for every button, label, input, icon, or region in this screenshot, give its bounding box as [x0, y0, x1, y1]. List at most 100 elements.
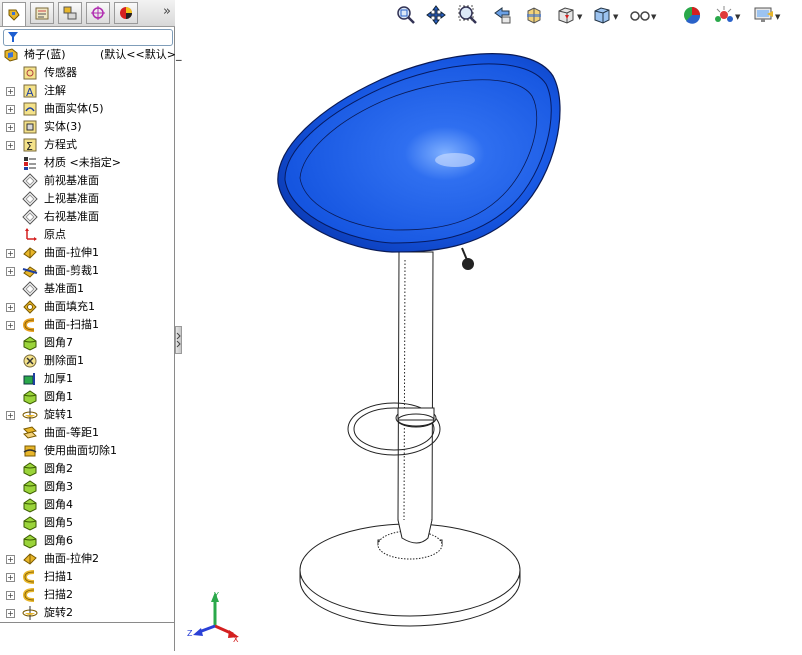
cut-with-surface-icon: [22, 443, 38, 459]
tree-item[interactable]: + 旋转2: [0, 604, 175, 622]
material-icon: [22, 155, 38, 171]
fillet-icon: [22, 389, 38, 405]
tree-item[interactable]: 右视基准面: [0, 208, 175, 226]
tree-item-label: 圆角2: [44, 462, 73, 475]
tree-item[interactable]: 删除面1: [0, 352, 175, 370]
tree-item[interactable]: + 扫描1: [0, 568, 175, 586]
tree-item-label: 圆角3: [44, 480, 73, 493]
tree-item[interactable]: + 实体(3): [0, 118, 175, 136]
expand-icon[interactable]: +: [6, 141, 15, 150]
tree-item-label: 实体(3): [44, 120, 82, 133]
panel-more-button[interactable]: »: [163, 4, 171, 19]
tree-item-label: 圆角1: [44, 390, 73, 403]
stool-column: [397, 251, 434, 544]
plane-icon: [22, 191, 38, 207]
expand-icon[interactable]: +: [6, 591, 15, 600]
tree-item-label: 方程式: [44, 138, 77, 151]
expand-icon[interactable]: +: [6, 105, 15, 114]
tree-item-label: 圆角4: [44, 498, 73, 511]
dimxpert-tab-icon[interactable]: [86, 2, 110, 24]
panel-tab-bar: »: [0, 0, 175, 27]
solid-bodies-icon: [22, 119, 38, 135]
expand-icon[interactable]: +: [6, 123, 15, 132]
expand-icon[interactable]: +: [6, 267, 15, 276]
surface-fill-icon: [22, 299, 38, 315]
tree-item[interactable]: + 曲面-拉伸1: [0, 244, 175, 262]
expand-icon[interactable]: +: [6, 555, 15, 564]
feature-manager-tab-icon[interactable]: [2, 2, 26, 26]
tree-item[interactable]: 上视基准面: [0, 190, 175, 208]
expand-icon[interactable]: +: [6, 609, 15, 618]
part-icon: [3, 47, 19, 63]
triad-x-label: X: [233, 635, 239, 643]
plane-icon: [22, 281, 38, 297]
tree-item-label: 原点: [44, 228, 66, 241]
tree-item[interactable]: 圆角6: [0, 532, 175, 550]
tree-item-label: 曲面-扫描1: [44, 318, 99, 331]
tree-item-label: 注解: [44, 84, 66, 97]
sweep-icon: [22, 569, 38, 585]
surface-sweep-icon: [22, 317, 38, 333]
tree-item-label: 旋转2: [44, 606, 73, 619]
annotation-icon: A: [22, 83, 38, 99]
triad-y-label: Y: [213, 591, 219, 600]
tree-item[interactable]: 圆角1: [0, 388, 175, 406]
feature-manager-panel: » 椅子(蓝) (默认<<默认>_ 传感器 + A 注解 + 曲面实体(5) + 实体(3) +…: [0, 0, 181, 651]
tree-item-label: 曲面-拉伸2: [44, 552, 99, 565]
tree-item[interactable]: 曲面-等距1: [0, 424, 175, 442]
tree-item[interactable]: 原点: [0, 226, 175, 244]
tree-item[interactable]: 圆角7: [0, 334, 175, 352]
tree-item[interactable]: 传感器: [0, 64, 175, 82]
tree-item[interactable]: + 旋转1: [0, 406, 175, 424]
tree-item[interactable]: 前视基准面: [0, 172, 175, 190]
tree-item-label: 曲面-等距1: [44, 426, 99, 439]
tree-item[interactable]: 加厚1: [0, 370, 175, 388]
surface-extrude-icon: [22, 245, 38, 261]
fillet-icon: [22, 533, 38, 549]
expand-icon[interactable]: +: [6, 303, 15, 312]
property-manager-tab-icon[interactable]: [30, 2, 54, 24]
tree-item-label: 圆角5: [44, 516, 73, 529]
triad-z-label: Z: [187, 629, 193, 638]
root-configuration: (默认<<默认>_: [100, 48, 182, 61]
height-lever: [461, 247, 474, 270]
graphics-area[interactable]: [183, 0, 802, 651]
tree-item[interactable]: + 曲面-拉伸2: [0, 550, 175, 568]
expand-icon[interactable]: +: [6, 249, 15, 258]
tree-item-label: 加厚1: [44, 372, 73, 385]
tree-item[interactable]: + A 注解: [0, 82, 175, 100]
tree-item[interactable]: 基准面1: [0, 280, 175, 298]
tree-item[interactable]: 圆角3: [0, 478, 175, 496]
tree-item-label: 曲面-剪裁1: [44, 264, 99, 277]
tree-item[interactable]: 圆角5: [0, 514, 175, 532]
tree-item[interactable]: 材质 <未指定>: [0, 154, 175, 172]
tree-root[interactable]: 椅子(蓝) (默认<<默认>_: [0, 46, 181, 64]
expand-icon[interactable]: +: [6, 87, 15, 96]
tree-item-label: 扫描1: [44, 570, 73, 583]
tree-item-label: 圆角7: [44, 336, 73, 349]
tree-item[interactable]: + 曲面-剪裁1: [0, 262, 175, 280]
surface-offset-icon: [22, 425, 38, 441]
equation-icon: Σ: [22, 137, 38, 153]
reference-triad: Y X Z: [187, 588, 242, 644]
tree-item[interactable]: + 曲面填充1: [0, 298, 175, 316]
tree-item[interactable]: 圆角4: [0, 496, 175, 514]
feature-tree-filter[interactable]: [3, 29, 173, 46]
svg-text:Σ: Σ: [26, 140, 33, 153]
stool-model: [277, 53, 561, 627]
tree-item[interactable]: 圆角2: [0, 460, 175, 478]
tree-item-label: 曲面-拉伸1: [44, 246, 99, 259]
expand-icon[interactable]: +: [6, 411, 15, 420]
tree-item[interactable]: + 扫描2: [0, 586, 175, 604]
expand-icon[interactable]: +: [6, 321, 15, 330]
tree-item-label: 基准面1: [44, 282, 84, 295]
configuration-manager-tab-icon[interactable]: [58, 2, 82, 24]
display-manager-tab-icon[interactable]: [114, 2, 138, 24]
tree-item[interactable]: + 曲面-扫描1: [0, 316, 175, 334]
tree-item[interactable]: 使用曲面切除1: [0, 442, 175, 460]
panel-splitter-handle[interactable]: [175, 326, 182, 354]
expand-icon[interactable]: +: [6, 573, 15, 582]
tree-item[interactable]: + Σ 方程式: [0, 136, 175, 154]
tree-item[interactable]: + 曲面实体(5): [0, 100, 175, 118]
delete-face-icon: [22, 353, 38, 369]
